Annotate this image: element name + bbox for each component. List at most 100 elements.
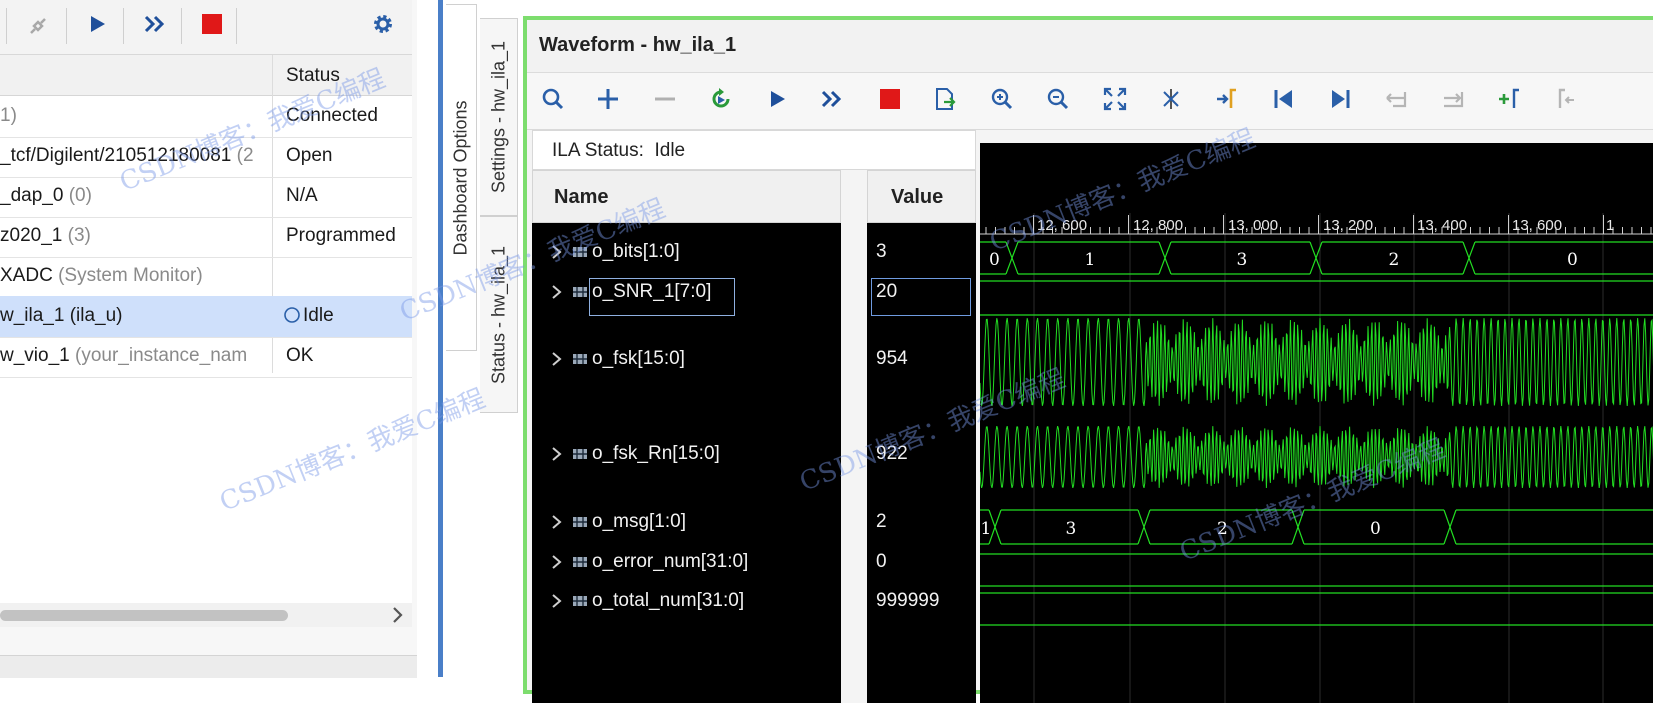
- waveform-canvas[interactable]: 12, 600 12, 800 13, 000 13, 200 13, 400 13, 6…: [979, 143, 1653, 703]
- export-data-button[interactable]: [927, 83, 963, 119]
- add-icon: [595, 86, 621, 117]
- idle-status-icon: [283, 305, 303, 326]
- bus-icon: [571, 351, 589, 373]
- hardware-row[interactable]: _tcf/Digilent/210512180081 (2 Open: [0, 136, 412, 178]
- name-column-header[interactable]: Name: [532, 170, 841, 223]
- add-marker-icon: [1496, 86, 1522, 117]
- remove-probe-button[interactable]: [647, 83, 683, 119]
- panel-splitter[interactable]: [438, 0, 443, 677]
- signal-row[interactable]: o_SNR_1[7:0]: [532, 278, 841, 308]
- chevron-right-icon[interactable]: [550, 242, 564, 268]
- signal-row[interactable]: o_fsk[15:0]: [532, 345, 841, 375]
- go-to-marker-button[interactable]: [1209, 83, 1245, 119]
- zoom-in-icon: [989, 86, 1015, 117]
- hardware-row[interactable]: XADC (System Monitor): [0, 256, 412, 298]
- hardware-row[interactable]: w_vio_1 (your_instance_nam OK: [0, 336, 412, 378]
- signal-row[interactable]: o_error_num[31:0]: [532, 548, 841, 578]
- cursor-icon: [1158, 86, 1184, 117]
- search-icon: [540, 86, 566, 117]
- hardware-row[interactable]: 1) Connected: [0, 96, 412, 138]
- msg-bus-segment: [1456, 509, 1653, 545]
- signal-row[interactable]: o_msg[1:0]: [532, 508, 841, 538]
- chevron-right-icon[interactable]: [550, 591, 564, 617]
- add-marker-button[interactable]: [1491, 83, 1527, 119]
- hardware-row[interactable]: _dap_0 (0) N/A: [0, 176, 412, 218]
- hardware-row[interactable]: z020_1 (3) Programmed: [0, 216, 412, 258]
- disconnect-icon[interactable]: [20, 7, 56, 45]
- zoom-fit-icon: [1102, 86, 1128, 117]
- search-button[interactable]: [535, 83, 571, 119]
- go-to-end-icon: [1327, 86, 1353, 117]
- msg-bus-transition: [1443, 509, 1457, 545]
- time-tick-label: 13, 400: [1417, 217, 1467, 234]
- remove-icon: [652, 86, 678, 117]
- go-to-start-button[interactable]: [1266, 83, 1302, 119]
- chevron-right-icon[interactable]: [550, 282, 564, 308]
- toolbar-separator: [66, 8, 67, 44]
- signal-name: o_error_num[31:0]: [592, 551, 749, 572]
- signal-row[interactable]: o_fsk_Rn[15:0]: [532, 440, 841, 470]
- ila-status-value: Idle: [654, 140, 686, 161]
- total-bus-segment: [980, 592, 1653, 626]
- hardware-row-name: 1): [0, 105, 270, 127]
- run-trigger-button[interactable]: [79, 7, 115, 45]
- signal-value: 2: [876, 511, 887, 532]
- zoom-in-button[interactable]: [984, 83, 1020, 119]
- stop-icon: [879, 88, 901, 115]
- hardware-name-detail: (3): [67, 225, 91, 246]
- horizontal-scrollbar[interactable]: [0, 603, 412, 627]
- msg-bus-value-label: 0: [1370, 519, 1381, 539]
- zoom-out-button[interactable]: [1040, 83, 1076, 119]
- signal-name: o_msg[1:0]: [592, 511, 686, 532]
- chevron-right-icon[interactable]: [550, 444, 564, 470]
- chevron-right-icon[interactable]: [550, 552, 564, 578]
- prev-transition-button[interactable]: [1378, 83, 1414, 119]
- settings-button[interactable]: [365, 7, 401, 45]
- scroll-right-icon[interactable]: [390, 603, 406, 632]
- prev-marker-button[interactable]: [1547, 83, 1583, 119]
- signal-name-panel: o_bits[1:0] o_SNR_1[7:0] o_fsk[15:0] o_fsk_…: [532, 223, 841, 703]
- add-probe-button[interactable]: [590, 83, 626, 119]
- hardware-row-status: Idle: [283, 305, 334, 327]
- signal-row[interactable]: o_bits[1:0]: [532, 238, 841, 268]
- status-text: Connected: [286, 105, 378, 126]
- tab-dashboard-options[interactable]: Dashboard Options: [446, 4, 477, 351]
- auto-retrigger-button[interactable]: [703, 83, 739, 119]
- time-tick-label: 13, 600: [1512, 217, 1562, 234]
- tab-settings[interactable]: Settings - hw_ila_1: [480, 18, 518, 216]
- bus-icon: [571, 284, 589, 306]
- cursor-button[interactable]: [1153, 83, 1189, 119]
- run-immediate-button-wf[interactable]: [815, 83, 851, 119]
- time-tick-label: 12, 600: [1037, 217, 1087, 234]
- chevron-right-icon[interactable]: [550, 512, 564, 538]
- stop-trigger-button-wf[interactable]: [872, 83, 908, 119]
- refresh-icon: [708, 86, 734, 117]
- hardware-toolbar: [0, 0, 412, 55]
- go-to-end-button[interactable]: [1322, 83, 1358, 119]
- signal-name: o_total_num[31:0]: [592, 590, 745, 611]
- status-column-header[interactable]: Status: [286, 65, 340, 87]
- signal-value: 3: [876, 241, 887, 262]
- gear-icon: [371, 12, 395, 41]
- chevron-right-icon[interactable]: [550, 349, 564, 375]
- run-immediate-button[interactable]: [138, 7, 174, 45]
- hardware-row-name: w_vio_1 (your_instance_nam: [0, 345, 270, 367]
- signal-row[interactable]: o_total_num[31:0]: [532, 587, 841, 617]
- next-transition-button[interactable]: [1435, 83, 1471, 119]
- hardware-row-name: XADC (System Monitor): [0, 265, 270, 287]
- fast-forward-icon: [143, 13, 169, 40]
- value-column-header[interactable]: Value: [867, 170, 976, 223]
- signal-value: 922: [876, 443, 908, 464]
- bus-icon: [571, 244, 589, 266]
- stop-trigger-button[interactable]: [194, 7, 230, 45]
- zoom-fit-button[interactable]: [1097, 83, 1133, 119]
- msg-bus-value-label: 3: [1066, 519, 1077, 539]
- msg-bus-transition: [1291, 509, 1305, 545]
- tab-status[interactable]: Status - hw_ila_1: [480, 216, 518, 413]
- hardware-name-detail: 1): [0, 105, 17, 126]
- waveform-window: Waveform - hw_ila_1 ILA Status: Idle Nam…: [523, 16, 1653, 703]
- hardware-row[interactable]: w_ila_1 (ila_u) Idle: [0, 296, 412, 338]
- msg-bus-value-label: 2: [1217, 519, 1228, 539]
- run-trigger-button-wf[interactable]: [759, 83, 795, 119]
- scrollbar-thumb[interactable]: [0, 610, 288, 621]
